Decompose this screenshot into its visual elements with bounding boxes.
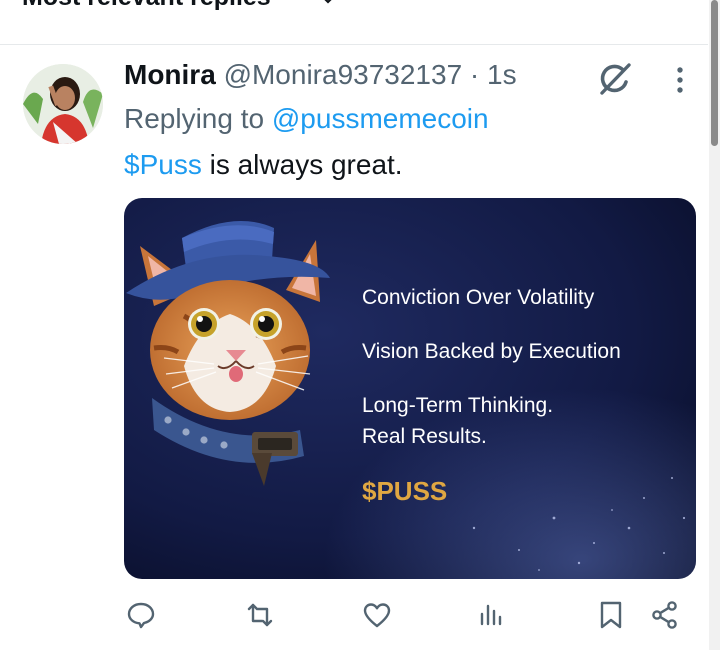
repost-icon[interactable] [245, 600, 275, 630]
replies-sort-header[interactable]: Most relevant replies [0, 0, 708, 45]
media-ticker: $PUSS [362, 476, 448, 506]
replying-to: Replying to @pussmemecoin [124, 103, 489, 135]
grok-icon[interactable] [596, 62, 634, 101]
media-line-3b: Real Results. [362, 425, 487, 448]
post-header: Monira @Monira93732137 · 1s [124, 59, 517, 91]
views-icon[interactable] [477, 600, 507, 630]
scrollbar-thumb[interactable] [711, 0, 718, 146]
cashtag-link[interactable]: $Puss [124, 149, 202, 180]
media-line-1: Conviction Over Volatility [362, 286, 595, 309]
replying-prefix: Replying to [124, 103, 272, 134]
chevron-down-icon[interactable] [320, 0, 336, 10]
share-icon[interactable] [650, 600, 680, 630]
post-image[interactable]: Conviction Over Volatility Vision Backed… [124, 198, 696, 579]
media-line-2: Vision Backed by Execution [362, 340, 621, 363]
replying-to-handle[interactable]: @pussmemecoin [272, 103, 489, 134]
more-options-icon[interactable] [674, 66, 686, 99]
bookmark-icon[interactable] [596, 600, 626, 630]
author-name[interactable]: Monira [124, 59, 216, 90]
reply-icon[interactable] [126, 600, 156, 630]
author-handle[interactable]: @Monira93732137 [224, 59, 463, 90]
like-icon[interactable] [362, 600, 392, 630]
post-text: $Puss is always great. [124, 149, 403, 181]
cat-illustration [124, 198, 696, 579]
post-time[interactable]: 1s [487, 59, 517, 90]
avatar[interactable] [23, 64, 103, 144]
media-line-3a: Long-Term Thinking. [362, 394, 554, 417]
separator-dot: · [462, 59, 488, 90]
replies-sort-label[interactable]: Most relevant replies [22, 0, 271, 12]
post-text-body: is always great. [201, 149, 403, 180]
